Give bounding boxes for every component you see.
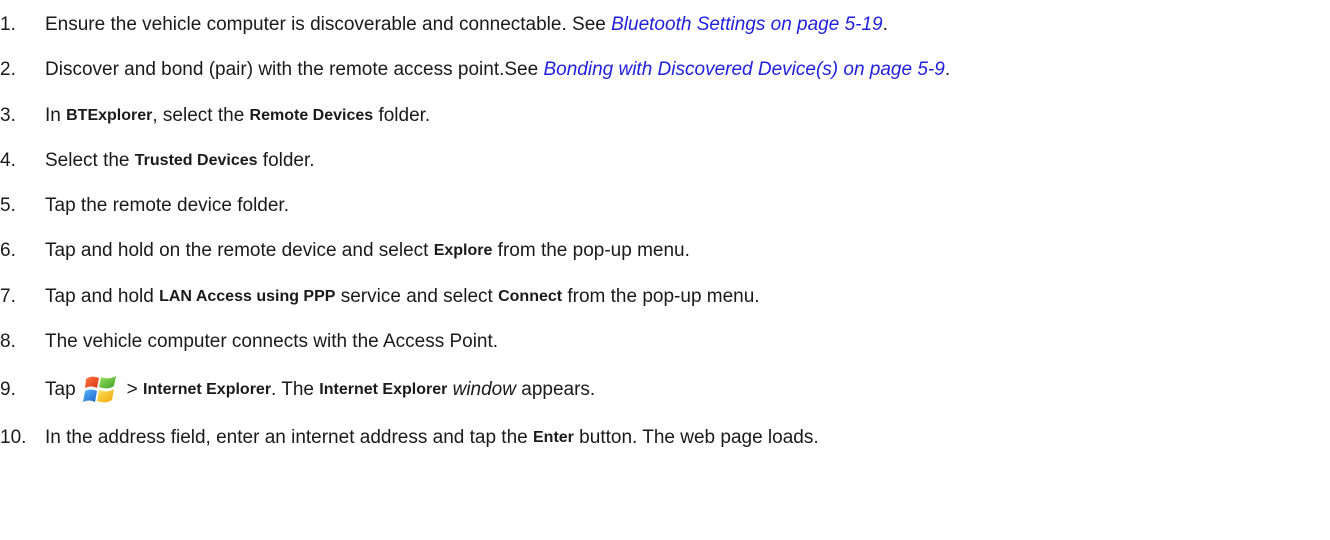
step-text: . The [271,379,320,400]
step-7: 7. Tap and hold LAN Access using PPP ser… [0,277,760,317]
step-text: In the address field, enter an internet … [45,427,533,448]
step-text: Select the [45,150,135,171]
step-5: 5. Tap the remote device folder. [0,186,289,226]
step-8: 8. The vehicle computer connects with th… [0,322,498,362]
step-text: Ensure the vehicle computer is discovera… [45,14,612,35]
step-text: The vehicle computer connects with the A… [45,331,499,352]
step-number: 3. [0,105,16,126]
ui-term-internet-explorer-window: Internet Explorer [319,381,448,398]
step-text: from the pop-up menu. [562,286,760,307]
step-text: In [45,105,67,126]
step-text: appears. [515,379,596,400]
step-2: 2. Discover and bond (pair) with the rem… [0,50,950,90]
step-text: button. The web page loads. [573,427,819,448]
windows-start-logo-icon [82,372,119,408]
step-text: from the pop-up menu. [492,240,690,261]
step-4: 4. Select the Trusted Devices folder. [0,141,315,181]
step-number: 1. [0,14,16,35]
step-number: 9. [0,379,16,400]
step-number: 4. [0,150,16,171]
ui-term-trusted-devices: Trusted Devices [134,152,258,169]
step-text: service and select [335,286,499,307]
step-text: . [944,59,951,80]
step-text: folder. [257,150,315,171]
italic-term-window: window [452,379,516,400]
step-text: > [126,379,144,400]
ui-term-internet-explorer: Internet Explorer [143,381,272,398]
step-text: Tap and hold on the remote device and se… [45,240,434,261]
ui-term-lan-access-ppp: LAN Access using PPP [159,288,336,305]
step-number: 7. [0,286,16,307]
step-number: 5. [0,195,16,216]
step-number: 8. [0,331,16,352]
step-text: , select the [152,105,250,126]
step-number: 2. [0,59,16,80]
step-text: Tap and hold [45,286,160,307]
step-3: 3. In BTExplorer , select the Remote Dev… [0,96,430,136]
step-text: Tap [45,379,76,400]
ui-term-explore: Explore [433,242,493,259]
step-6: 6. Tap and hold on the remote device and… [0,231,690,271]
step-text: folder. [373,105,431,126]
step-1: 1. Ensure the vehicle computer is discov… [0,5,888,45]
step-text: . [882,14,888,35]
ui-term-btexplorer: BTExplorer [66,107,153,124]
bonding-discovered-devices-link[interactable]: Bonding with Discovered Device(s) on pag… [543,59,944,81]
step-number: 10. [0,427,27,448]
ui-term-remote-devices: Remote Devices [249,107,374,124]
ui-term-connect: Connect [498,288,563,305]
step-9: 9. Tap > Internet Explorer . The Interne… [0,370,595,410]
step-number: 6. [0,240,16,261]
step-text: Discover and bond (pair) with the remote… [45,59,544,80]
bluetooth-settings-link[interactable]: Bluetooth Settings on page 5-19 [611,14,882,36]
step-10: 10. In the address field, enter an inter… [0,418,819,458]
step-text: Tap the remote device folder. [45,195,289,216]
ui-term-enter: Enter [533,429,574,446]
